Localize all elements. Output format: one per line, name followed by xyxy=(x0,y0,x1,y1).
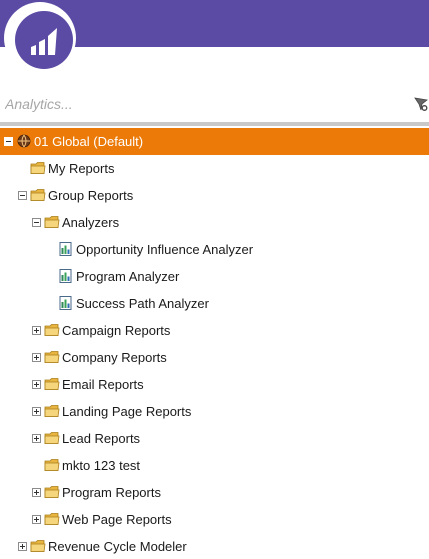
tree-item-label: Landing Page Reports xyxy=(62,404,192,419)
folder-icon xyxy=(44,215,60,229)
report-icon xyxy=(58,269,74,283)
tree-item-label: mkto 123 test xyxy=(62,458,141,473)
folder-icon xyxy=(44,485,60,499)
folder-icon xyxy=(30,188,46,202)
tree-item-label: Revenue Cycle Modeler xyxy=(48,539,187,554)
folder-icon xyxy=(44,323,60,337)
expand-plus-icon[interactable] xyxy=(32,515,41,524)
tree-item-analyzers[interactable]: Analyzers xyxy=(0,209,429,236)
folder-icon xyxy=(44,458,60,472)
search-input[interactable] xyxy=(0,88,400,120)
tree-item-landing-page-reports[interactable]: Landing Page Reports xyxy=(0,398,429,425)
tree-item-root[interactable]: 01 Global (Default) xyxy=(0,128,429,155)
tree-item-email-reports[interactable]: Email Reports xyxy=(0,371,429,398)
tree-item-label: Program Reports xyxy=(62,485,161,500)
folder-icon xyxy=(44,404,60,418)
expand-plus-icon[interactable] xyxy=(32,380,41,389)
marketo-logo-icon xyxy=(15,11,73,69)
tree-item-label: 01 Global (Default) xyxy=(34,134,144,149)
folder-icon xyxy=(30,539,46,553)
tree-item-program-reports[interactable]: Program Reports xyxy=(0,479,429,506)
expand-plus-icon[interactable] xyxy=(32,326,41,335)
collapse-minus-icon[interactable] xyxy=(4,137,13,146)
tree-item-revenue-cycle-modeler[interactable]: Revenue Cycle Modeler xyxy=(0,533,429,559)
tree-item-mkto-123-test[interactable]: mkto 123 test xyxy=(0,452,429,479)
globe-icon xyxy=(16,134,32,148)
tree-item-label: Lead Reports xyxy=(62,431,141,446)
search-bar xyxy=(0,88,429,120)
tree-item-program-analyzer[interactable]: Program Analyzer xyxy=(0,263,429,290)
tree-item-success-path-analyzer[interactable]: Success Path Analyzer xyxy=(0,290,429,317)
divider xyxy=(0,122,429,126)
collapse-minus-icon[interactable] xyxy=(32,218,41,227)
report-icon xyxy=(58,242,74,256)
tree-item-label: Web Page Reports xyxy=(62,512,172,527)
tree-item-label: Success Path Analyzer xyxy=(76,296,209,311)
tree-item-label: Email Reports xyxy=(62,377,144,392)
report-icon xyxy=(58,296,74,310)
collapse-minus-icon[interactable] xyxy=(18,191,27,200)
expand-plus-icon[interactable] xyxy=(18,542,27,551)
folder-icon xyxy=(44,377,60,391)
logo-ring[interactable] xyxy=(4,2,76,74)
folder-icon xyxy=(44,350,60,364)
tree-item-campaign-reports[interactable]: Campaign Reports xyxy=(0,317,429,344)
tree-item-label: My Reports xyxy=(48,161,115,176)
tree-item-label: Program Analyzer xyxy=(76,269,180,284)
folder-icon xyxy=(30,161,46,175)
tree-item-label: Opportunity Influence Analyzer xyxy=(76,242,254,257)
search-filter-icon[interactable] xyxy=(413,96,429,112)
folder-icon xyxy=(44,431,60,445)
expand-plus-icon[interactable] xyxy=(32,353,41,362)
tree-item-group-reports[interactable]: Group Reports xyxy=(0,182,429,209)
tree-item-label: Analyzers xyxy=(62,215,120,230)
tree-item-lead-reports[interactable]: Lead Reports xyxy=(0,425,429,452)
tree-item-my-reports[interactable]: My Reports xyxy=(0,155,429,182)
tree-item-company-reports[interactable]: Company Reports xyxy=(0,344,429,371)
expand-plus-icon[interactable] xyxy=(32,434,41,443)
expand-plus-icon[interactable] xyxy=(32,407,41,416)
tree-item-opportunity-influence-analyzer[interactable]: Opportunity Influence Analyzer xyxy=(0,236,429,263)
tree-item-label: Company Reports xyxy=(62,350,167,365)
tree-item-web-page-reports[interactable]: Web Page Reports xyxy=(0,506,429,533)
tree-item-label: Group Reports xyxy=(48,188,134,203)
folder-icon xyxy=(44,512,60,526)
expand-plus-icon[interactable] xyxy=(32,488,41,497)
tree-item-label: Campaign Reports xyxy=(62,323,171,338)
